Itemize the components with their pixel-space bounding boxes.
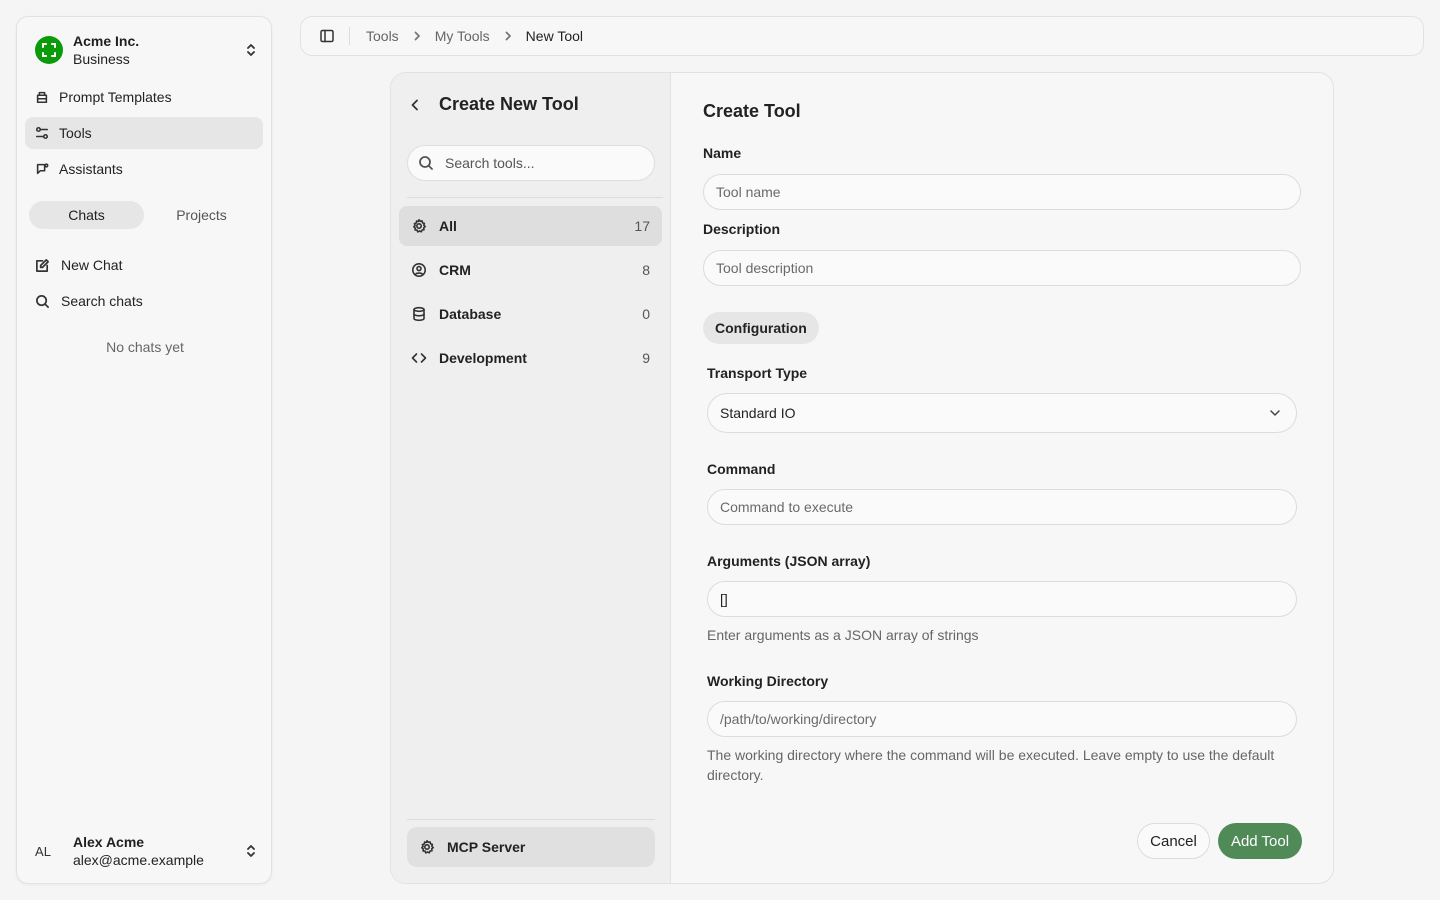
org-plan: Business (73, 51, 130, 67)
tool-name-input[interactable] (703, 174, 1301, 210)
tools-panel: Create New Tool All 17 CRM 8 (391, 73, 671, 883)
empty-chats-text: No chats yet (106, 339, 184, 355)
arguments-help: Enter arguments as a JSON array of strin… (707, 627, 979, 643)
transport-type-label: Transport Type (707, 365, 808, 381)
category-label: All (439, 218, 457, 234)
user-circle-icon (411, 262, 427, 278)
database-icon (411, 306, 427, 322)
name-label: Name (703, 145, 742, 161)
mcp-server-label: MCP Server (447, 839, 526, 855)
chevron-up-down-icon (243, 843, 259, 859)
category-label: Development (439, 350, 527, 366)
category-all[interactable]: All 17 (399, 206, 662, 246)
user-email: alex@acme.example (73, 852, 204, 868)
new-chat-label: New Chat (61, 257, 123, 273)
search-chats-button[interactable]: Search chats (25, 285, 263, 317)
category-database[interactable]: Database 0 (399, 294, 662, 334)
chevron-up-down-icon (243, 42, 259, 58)
template-icon (35, 90, 51, 104)
nav-item-prompt-templates[interactable]: Prompt Templates (25, 81, 263, 113)
mcp-server-button[interactable]: MCP Server (407, 827, 655, 867)
sidebar-toggle-icon[interactable] (319, 28, 335, 44)
transport-type-select[interactable]: Standard IO (707, 393, 1297, 433)
app-sidebar: Acme Inc. Business Prompt Templates Tool… (16, 16, 272, 884)
panel-title: Create New Tool (439, 94, 579, 114)
org-name: Acme Inc. (73, 33, 140, 49)
breadcrumb-my-tools[interactable]: My Tools (435, 28, 490, 44)
nav-label: Prompt Templates (59, 89, 172, 105)
nav-item-tools[interactable]: Tools (25, 117, 263, 149)
category-label: CRM (439, 262, 471, 278)
transport-type-value: Standard IO (720, 405, 796, 421)
nav-label: Tools (59, 125, 92, 141)
chats-projects-switch: Chats Projects (29, 201, 259, 229)
category-count: 17 (634, 218, 650, 234)
category-label: Database (439, 306, 502, 322)
org-switcher[interactable]: Acme Inc. Business (27, 29, 263, 71)
working-directory-help: The working directory where the command … (707, 747, 1275, 783)
chevron-left-icon[interactable] (407, 97, 423, 113)
gear-icon (419, 839, 435, 855)
tools-icon (35, 126, 51, 140)
top-bar: Tools My Tools New Tool (300, 16, 1424, 56)
category-development[interactable]: Development 9 (399, 338, 662, 378)
category-count: 8 (642, 262, 650, 278)
user-menu[interactable]: AL Alex Acme alex@acme.example (27, 829, 263, 873)
chevron-down-icon (1268, 406, 1282, 420)
category-crm[interactable]: CRM 8 (399, 250, 662, 290)
code-icon (411, 350, 427, 366)
working-directory-input[interactable] (707, 701, 1297, 737)
command-label: Command (707, 461, 776, 477)
search-chats-label: Search chats (61, 293, 143, 309)
tool-search (407, 145, 655, 181)
create-tool-card: Create New Tool All 17 CRM 8 (390, 72, 1334, 884)
category-count: 0 (642, 306, 650, 322)
breadcrumb-current: New Tool (525, 28, 583, 44)
tool-description-input[interactable] (703, 250, 1301, 286)
description-label: Description (703, 221, 781, 237)
nav-item-assistants[interactable]: Assistants (25, 153, 263, 185)
command-input[interactable] (707, 489, 1297, 525)
user-name: Alex Acme (73, 834, 145, 850)
tool-search-input[interactable] (445, 155, 645, 171)
add-tool-button[interactable]: Add Tool (1218, 823, 1302, 859)
configuration-tab[interactable]: Configuration (703, 312, 819, 344)
arguments-input[interactable] (707, 581, 1297, 617)
form-title: Create Tool (703, 101, 801, 121)
gear-icon (411, 218, 427, 234)
search-icon (35, 294, 51, 309)
tab-projects[interactable]: Projects (144, 201, 259, 229)
assistant-icon (35, 162, 51, 176)
breadcrumb: Tools My Tools New Tool (366, 28, 583, 44)
org-logo (35, 36, 63, 64)
arguments-label: Arguments (JSON array) (707, 553, 871, 569)
new-chat-button[interactable]: New Chat (25, 249, 263, 281)
divider (407, 197, 663, 198)
divider (349, 27, 350, 45)
chevron-right-icon (411, 30, 423, 42)
category-count: 9 (642, 350, 650, 366)
divider (407, 819, 655, 820)
chevron-right-icon (502, 30, 514, 42)
breadcrumb-tools[interactable]: Tools (366, 28, 399, 44)
cancel-button[interactable]: Cancel (1137, 823, 1210, 859)
search-icon (418, 155, 434, 171)
avatar: AL (35, 843, 51, 859)
tab-chats[interactable]: Chats (29, 201, 144, 229)
nav-label: Assistants (59, 161, 123, 177)
create-tool-form: Create Tool Name Description Configurati… (671, 73, 1333, 883)
working-directory-label: Working Directory (707, 673, 829, 689)
edit-icon (35, 258, 51, 273)
